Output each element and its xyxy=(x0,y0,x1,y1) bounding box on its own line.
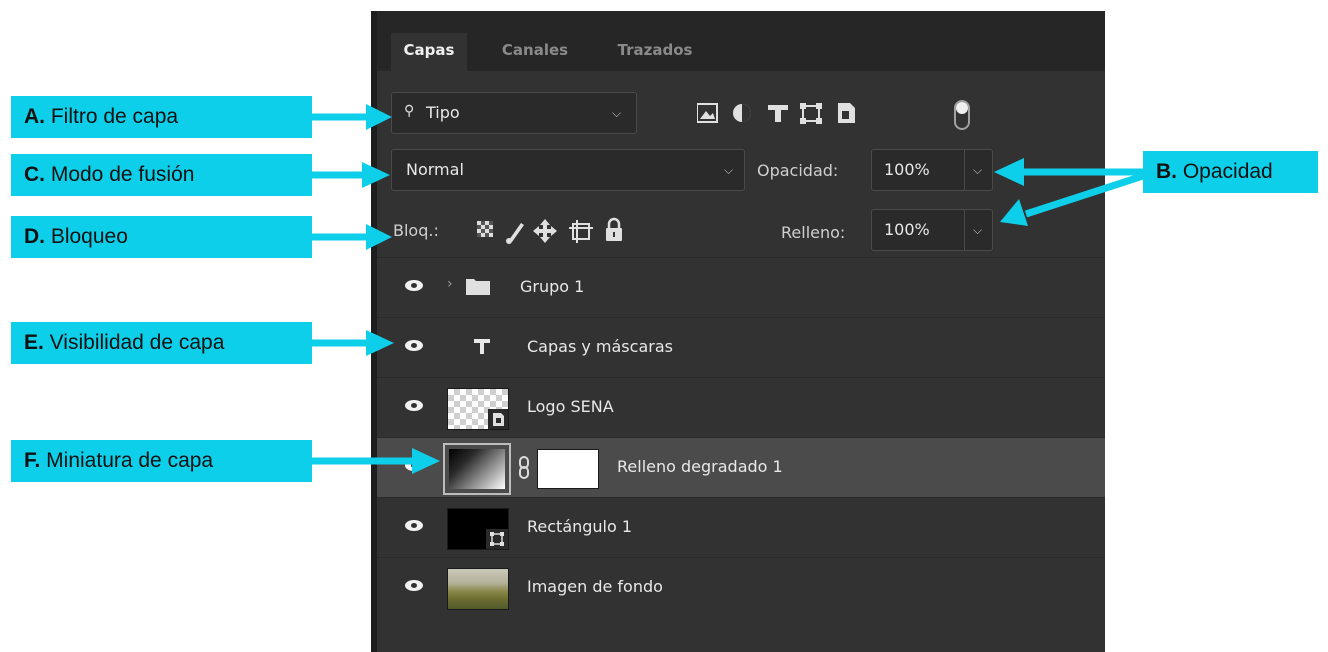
callout-arrows xyxy=(312,104,1145,474)
arrow-b2 xyxy=(1024,172,1145,218)
